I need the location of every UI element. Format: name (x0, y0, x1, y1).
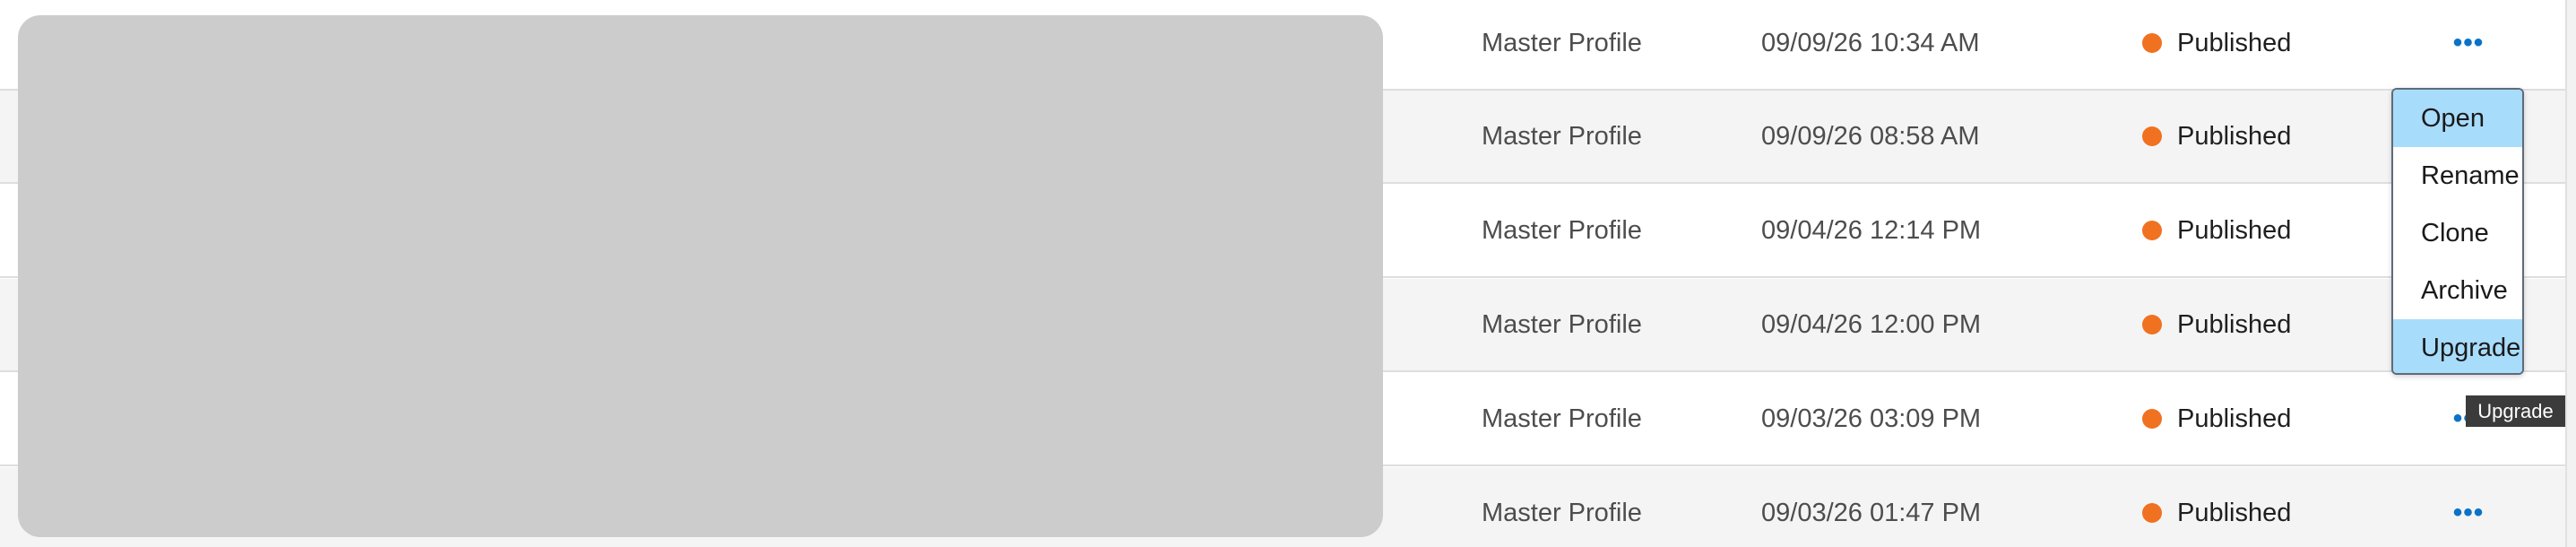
modified-date-cell: 09/04/26 12:00 PM (1761, 309, 1982, 339)
status-cell: Published (2142, 0, 2291, 89)
status-label: Published (2177, 215, 2292, 245)
status-dot-icon (2142, 33, 2162, 53)
profile-name-cell: Master Profile (1482, 28, 1642, 57)
redacted-region (18, 15, 1383, 537)
status-cell: Published (2142, 185, 2291, 276)
viewport: Master Profile 09/09/26 10:34 AM Publish… (0, 0, 2576, 547)
profile-name-cell: Master Profile (1482, 309, 1642, 339)
modified-date-cell: 09/09/26 10:34 AM (1761, 28, 1980, 57)
status-dot-icon (2142, 221, 2162, 240)
status-dot-icon (2142, 315, 2162, 334)
status-dot-icon (2142, 126, 2162, 146)
modified-date-cell: 09/03/26 01:47 PM (1761, 498, 1982, 527)
profile-name-cell: Master Profile (1482, 215, 1642, 245)
modified-date-cell: 09/03/26 03:09 PM (1761, 404, 1982, 433)
menu-item-clone[interactable]: Clone (2393, 204, 2522, 262)
status-dot-icon (2142, 409, 2162, 429)
modified-date-cell: 09/04/26 12:14 PM (1761, 215, 1982, 245)
status-label: Published (2177, 309, 2292, 339)
upgrade-tooltip: Upgrade (2466, 395, 2565, 427)
status-label: Published (2177, 404, 2292, 433)
menu-item-archive[interactable]: Archive (2393, 262, 2522, 319)
vertical-scrollbar[interactable] (2565, 0, 2576, 547)
row-actions-button[interactable]: ••• (2447, 467, 2490, 547)
menu-item-upgrade[interactable]: Upgrade (2393, 319, 2522, 373)
profile-name-cell: Master Profile (1482, 498, 1642, 527)
profile-name-cell: Master Profile (1482, 121, 1642, 151)
status-dot-icon (2142, 503, 2162, 523)
row-actions-menu: Open Rename Clone Archive Upgrade (2391, 88, 2524, 375)
row-actions-button[interactable]: ••• (2447, 0, 2490, 89)
status-label: Published (2177, 498, 2292, 527)
status-cell: Published (2142, 279, 2291, 370)
status-cell: Published (2142, 467, 2291, 547)
status-cell: Published (2142, 373, 2291, 465)
modified-date-cell: 09/09/26 08:58 AM (1761, 121, 1980, 151)
status-label: Published (2177, 28, 2292, 57)
menu-item-open[interactable]: Open (2393, 90, 2522, 147)
profile-name-cell: Master Profile (1482, 404, 1642, 433)
status-cell: Published (2142, 91, 2291, 182)
status-label: Published (2177, 121, 2292, 151)
menu-item-rename[interactable]: Rename (2393, 147, 2522, 204)
